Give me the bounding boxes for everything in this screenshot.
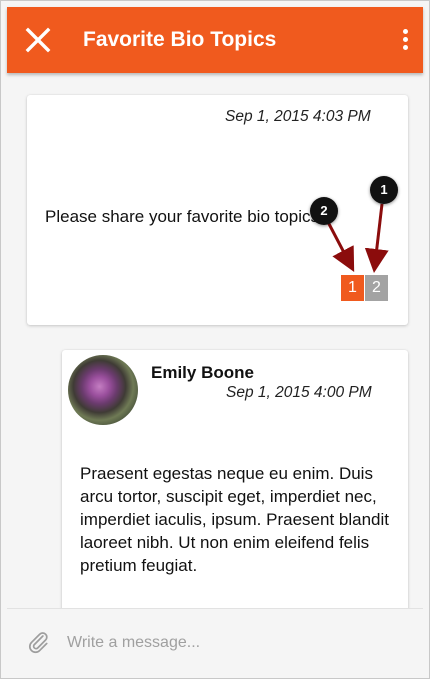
- callout-1: 1: [370, 176, 398, 204]
- badge-1[interactable]: 1: [341, 275, 364, 301]
- message-text: Please share your favorite bio topics.: [45, 207, 324, 226]
- composer-bar: [7, 608, 423, 678]
- message-card: Sep 1, 2015 4:03 PM Please share your fa…: [27, 95, 408, 325]
- avatar: [68, 355, 138, 425]
- author-name: Emily Boone: [151, 363, 254, 382]
- app-frame: Favorite Bio Topics Sep 1, 2015 4:03 PM …: [0, 0, 430, 679]
- message-timestamp: Sep 1, 2015 4:03 PM: [225, 108, 371, 125]
- page-title: Favorite Bio Topics: [83, 28, 277, 51]
- reply-text: Praesent egestas neque eu enim. Duis arc…: [80, 464, 389, 575]
- close-icon: [25, 27, 51, 53]
- more-options-button[interactable]: [401, 29, 409, 51]
- badge-2[interactable]: 2: [365, 275, 388, 301]
- callout-2: 2: [310, 197, 338, 225]
- paperclip-icon: [29, 632, 48, 654]
- message-input[interactable]: [65, 627, 409, 659]
- reply-timestamp: Sep 1, 2015 4:00 PM: [226, 384, 372, 401]
- app-bar: Favorite Bio Topics: [7, 7, 423, 73]
- close-button[interactable]: [25, 27, 51, 53]
- more-vert-icon: [401, 29, 409, 50]
- reply-card: Emily Boone Sep 1, 2015 4:00 PM Praesent…: [62, 350, 408, 650]
- attach-button[interactable]: [25, 629, 51, 655]
